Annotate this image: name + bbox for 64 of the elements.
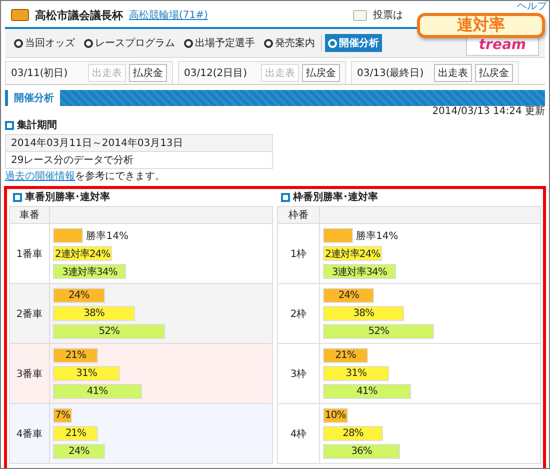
ticket-icon — [11, 9, 29, 21]
bar-label: 勝率14% — [356, 230, 398, 242]
exacta-rate-bar: 28% — [323, 426, 383, 441]
exacta-rate-bar: 38% — [53, 306, 136, 321]
win-rate-bar: 24% — [323, 288, 374, 303]
table-cell: 2014年03月11日～2014年03月13日 — [6, 135, 272, 152]
chat-icon — [353, 10, 367, 20]
day-button[interactable]: 払戻金 — [475, 64, 513, 82]
trifecta-rate-bar: 3連対率34% — [323, 264, 396, 279]
nav-tab[interactable]: 出場予定選手 — [181, 34, 258, 52]
day-button[interactable]: 払戻金 — [129, 64, 167, 82]
win-rate-bar: 24% — [53, 288, 105, 303]
trifecta-rate-bar: 36% — [323, 444, 400, 459]
table-cell-text: 29レース分のデータで分析 — [10, 154, 135, 168]
column-header: 枠番 — [278, 207, 320, 224]
table-heading: 枠番別勝率･連対率 — [293, 190, 378, 204]
nav-tab[interactable]: レースプログラム — [81, 34, 178, 52]
square-icon — [281, 192, 290, 202]
win-rate-bar: 10% — [323, 408, 348, 423]
venue-link[interactable]: 高松競輪場(71#) — [129, 8, 208, 22]
nav-tab[interactable]: 発売案内 — [261, 34, 318, 52]
win-rate-bar: 7% — [53, 408, 72, 423]
trifecta-rate-bar: 3連対率34% — [53, 264, 126, 279]
exacta-rate-bar: 2連対率24% — [53, 246, 112, 261]
trifecta-rate-bar: 41% — [53, 384, 142, 399]
win-rate-bar: 21% — [323, 348, 368, 363]
race-title: 高松市議会議長杯 — [35, 8, 123, 22]
square-icon — [5, 120, 14, 130]
period-heading: 集計期間 — [17, 118, 57, 132]
table-cell: 1枠 — [278, 224, 320, 284]
trifecta-rate-bar: 52% — [323, 324, 434, 339]
exacta-rate-bar: 38% — [323, 306, 404, 321]
past-info-link[interactable]: 過去の開催情報 — [5, 171, 75, 182]
day-date: 03/12(2日目) — [184, 67, 247, 80]
column-header: 車番 — [10, 207, 50, 224]
table-heading: 車番別勝率･連対率 — [25, 190, 110, 204]
updated-time: 2014/03/13 14:24 更新 — [431, 106, 545, 118]
square-icon — [13, 192, 22, 202]
trifecta-rate-bar: 24% — [53, 444, 105, 459]
nav-tab[interactable]: 開催分析 — [325, 34, 382, 52]
trifecta-rate-bar: 41% — [323, 384, 411, 399]
table-cell: 3番車 — [10, 344, 50, 404]
vote-note: 投票は — [373, 8, 403, 22]
day-button[interactable]: 払戻金 — [302, 64, 340, 82]
nav-tab[interactable]: 当回オッズ — [11, 34, 78, 52]
reference-note: 過去の開催情報を参考にできます。 — [5, 170, 166, 183]
exacta-rate-bar: 2連対率24% — [323, 246, 382, 261]
table-cell: 3枠 — [278, 344, 320, 404]
win-rate-bar: 21% — [53, 348, 98, 363]
day-button[interactable]: 出走表 — [434, 64, 472, 82]
section-title: 開催分析 — [13, 92, 55, 105]
day-date: 03/13(最終日) — [357, 67, 424, 80]
bar-label: 勝率14% — [86, 230, 128, 242]
exacta-rate-bar: 31% — [53, 366, 120, 381]
callout-tooltip: 連対率 — [417, 13, 545, 38]
exacta-rate-bar: 31% — [323, 366, 390, 381]
table-cell: 1番車 — [10, 224, 50, 284]
day-date: 03/11(初日) — [11, 66, 68, 80]
table-cell: 2枠 — [278, 284, 320, 344]
exacta-rate-bar: 21% — [53, 426, 98, 441]
trifecta-rate-bar: 52% — [53, 324, 166, 339]
table-cell: 2番車 — [10, 284, 50, 344]
table-cell: 4枠 — [278, 404, 320, 464]
table-cell: 4番車 — [10, 404, 50, 464]
